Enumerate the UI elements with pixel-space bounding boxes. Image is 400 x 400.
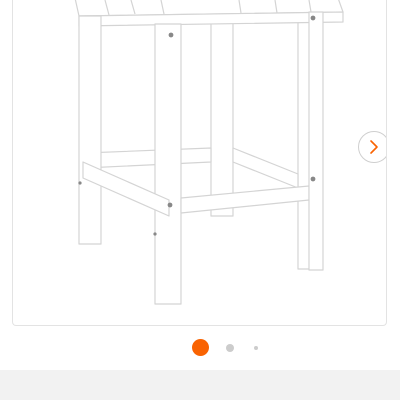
gallery-pagination <box>0 339 400 357</box>
product-image[interactable] <box>13 0 387 326</box>
section-divider <box>0 370 400 400</box>
chevron-right-icon <box>370 140 378 154</box>
product-image-gallery <box>12 0 387 326</box>
pagination-dot-2[interactable] <box>226 344 234 352</box>
next-image-button[interactable] <box>358 131 386 163</box>
pagination-dot-3[interactable] <box>254 346 258 350</box>
pagination-dot-1[interactable] <box>192 339 209 356</box>
